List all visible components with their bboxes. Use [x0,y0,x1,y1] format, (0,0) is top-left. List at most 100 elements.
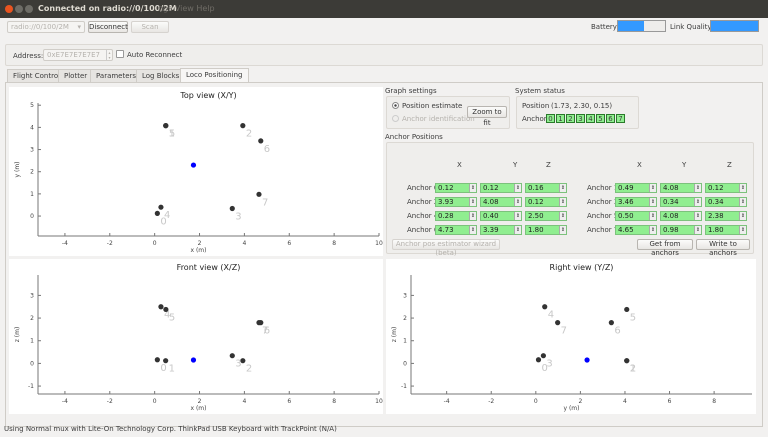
anchor-1-z-spinbox[interactable]: 0.12 ⇕ [705,183,747,193]
anchor-5-z-spinbox[interactable]: 2.38 ⇕ [705,211,747,221]
front-view-plot[interactable]: Front view (X/Z) -4 -2 0 2 4 6 8 10 -1 0 1 2 3 x (m) z … [9,259,383,414]
anchor-3-z-spinbox[interactable]: 0.34 ⇕ [705,197,747,207]
x-tick-label: -4 [62,398,68,405]
spinner-icon[interactable]: ▴ ▾ [106,50,112,60]
position-estimate-label: Position estimate [402,102,463,110]
y-axis-label: z (m) [391,327,398,343]
anchor-identification-label: Anchor identification [402,115,475,123]
x-tick-label: 4 [242,240,246,247]
anchor-2-z-spinbox[interactable]: 0.12 ⇕ [525,197,567,207]
anchor-7-y-spinbox[interactable]: 0.98 ⇕ [660,225,702,235]
scan-button[interactable]: Scan [131,21,169,33]
spin-arrows-icon[interactable]: ⇕ [469,226,476,234]
menu-bar[interactable]: ngs View Help [158,4,215,13]
anchor-point [163,358,169,364]
spin-arrows-icon[interactable]: ⇕ [514,184,521,192]
spin-arrows-icon[interactable]: ⇕ [739,198,746,206]
spin-arrows-icon[interactable]: ⇕ [559,184,566,192]
x-tick-label: 0 [153,240,157,247]
anchor-status-6: 6 [606,114,615,123]
anchor-7-x-spinbox[interactable]: 4.65 ⇕ [615,225,657,235]
spin-arrows-icon[interactable]: ⇕ [694,198,701,206]
maximize-window-icon[interactable] [25,5,33,13]
x-tick-label: 4 [623,398,627,405]
anchor-status-4: 4 [586,114,595,123]
anchor-3-x-spinbox[interactable]: 3.46 ⇕ [615,197,657,207]
spin-arrows-icon[interactable]: ⇕ [649,212,656,220]
spin-arrows-icon[interactable]: ⇕ [514,226,521,234]
spin-arrows-icon[interactable]: ⇕ [559,212,566,220]
anchor-wizard-button[interactable]: Anchor pos estimator wizard (beta) [392,239,500,257]
anchor-4-x-spinbox[interactable]: 0.28 ⇕ [435,211,477,221]
spin-arrows-icon[interactable]: ⇕ [694,184,701,192]
y-tick-label: 5 [30,102,34,109]
anchor-point-label: 5 [169,312,175,323]
anchor-5-y-spinbox[interactable]: 4.08 ⇕ [660,211,702,221]
anchor-point [158,204,164,210]
spin-arrows-icon[interactable]: ⇕ [739,184,746,192]
spin-arrows-icon[interactable]: ⇕ [514,212,521,220]
address-input[interactable]: 0xE7E7E7E7E7 ▴ ▾ [43,49,113,61]
spinbox-value: 0.12 [528,198,544,206]
anchor-point-label: 2 [246,129,252,140]
spin-arrows-icon[interactable]: ⇕ [469,198,476,206]
position-estimate-radio[interactable] [392,102,399,109]
spin-arrows-icon[interactable]: ⇕ [559,198,566,206]
write-to-anchors-button[interactable]: Write to anchors [696,239,750,257]
chevron-down-icon: ▾ [77,23,81,31]
spin-arrows-icon[interactable]: ⇕ [514,198,521,206]
anchor-6-y-spinbox[interactable]: 3.39 ⇕ [480,225,522,235]
x-tick-label: 2 [198,240,202,247]
anchor-6-z-spinbox[interactable]: 1.80 ⇕ [525,225,567,235]
position-estimate-point [190,357,197,363]
anchor-1-y-spinbox[interactable]: 4.08 ⇕ [660,183,702,193]
disconnect-button[interactable]: Disconnect [88,21,128,33]
anchor-1-x-spinbox[interactable]: 0.49 ⇕ [615,183,657,193]
get-from-anchors-button[interactable]: Get from anchors [637,239,693,257]
spin-arrows-icon[interactable]: ⇕ [649,226,656,234]
top-view-plot[interactable]: Top view (X/Y) -4 -2 0 2 4 6 8 10 0 1 2 3 4 5 x (m) y (m… [9,87,383,256]
x-tick-label: 8 [332,398,336,405]
minimize-window-icon[interactable] [15,5,23,13]
spin-arrows-icon[interactable]: ⇕ [649,184,656,192]
anchor-point [258,138,264,144]
uri-dropdown[interactable]: radio://0/100/2M ▾ [7,21,85,33]
spinbox-value: 0.16 [528,184,544,192]
anchor-point [240,123,246,129]
spin-arrows-icon[interactable]: ⇕ [649,198,656,206]
spin-arrows-icon[interactable]: ⇕ [469,184,476,192]
anchor-4-z-spinbox[interactable]: 2.50 ⇕ [525,211,567,221]
anchor-4-y-spinbox[interactable]: 0.40 ⇕ [480,211,522,221]
anchor-positions-group: Anchor pos estimator wizard (beta) Get f… [386,142,754,257]
anchor-identification-radio[interactable] [392,115,399,122]
anchor-0-x-spinbox[interactable]: 0.12 ⇕ [435,183,477,193]
zoom-to-fit-button[interactable]: Zoom to fit [467,106,507,127]
right-view-plot[interactable]: Right view (Y/Z) -4 -2 0 2 4 6 8 -1 0 1 2 3 y (m) z (m… [386,259,756,414]
tab-plotter[interactable]: Plotter [58,69,94,82]
spin-arrows-icon[interactable]: ⇕ [694,226,701,234]
anchor-2-y-spinbox[interactable]: 4.08 ⇕ [480,197,522,207]
anchor-status-2: 2 [566,114,575,123]
auto-reconnect-checkbox[interactable] [116,50,124,58]
anchor-status-1: 1 [556,114,565,123]
close-window-icon[interactable] [5,5,13,13]
anchor-3-y-spinbox[interactable]: 0.34 ⇕ [660,197,702,207]
anchor-2-x-spinbox[interactable]: 3.93 ⇕ [435,197,477,207]
tab-loco-positioning[interactable]: Loco Positioning [180,68,249,82]
spin-arrows-icon[interactable]: ⇕ [559,226,566,234]
anchor-7-z-spinbox[interactable]: 1.80 ⇕ [705,225,747,235]
anchor-6-x-spinbox[interactable]: 4.73 ⇕ [435,225,477,235]
anchor-0-y-spinbox[interactable]: 0.12 ⇕ [480,183,522,193]
tab-parameters[interactable]: Parameters [90,69,143,82]
anchor-point-label: 2 [246,364,252,375]
spin-arrows-icon[interactable]: ⇕ [694,212,701,220]
x-tick-label: -2 [488,398,494,405]
spin-arrows-icon[interactable]: ⇕ [739,212,746,220]
spin-arrows-icon[interactable]: ⇕ [469,212,476,220]
anchor-5-x-spinbox[interactable]: 0.50 ⇕ [615,211,657,221]
spin-arrows-icon[interactable]: ⇕ [739,226,746,234]
anchor-0-z-spinbox[interactable]: 0.16 ⇕ [525,183,567,193]
anchor-label: Anchor 7 [587,226,619,234]
spinbox-value: 1.80 [708,226,724,234]
tab-log-blocks[interactable]: Log Blocks [136,69,186,82]
